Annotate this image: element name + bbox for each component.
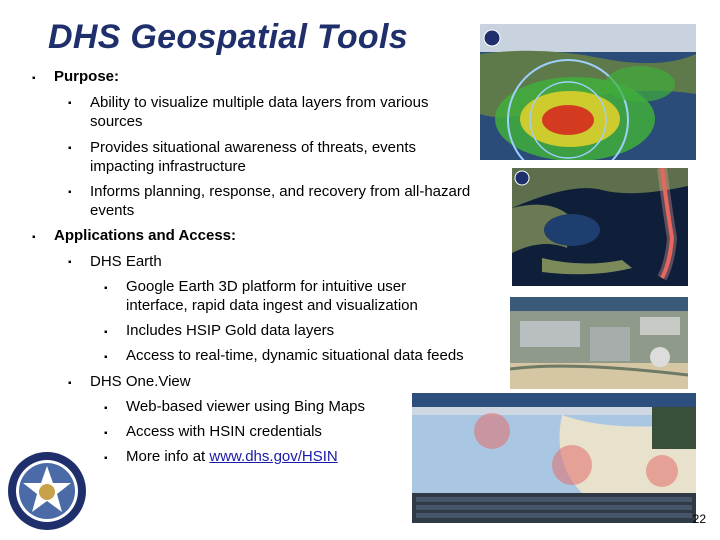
- earth-item: Includes HSIP Gold data layers: [126, 322, 335, 339]
- bullet-marker: ▪: [68, 257, 72, 268]
- dhs-seal-logo: [6, 450, 88, 532]
- dhs-oneview-label: DHS One.View: [90, 373, 191, 390]
- purpose-item: Ability to visualize multiple data layer…: [90, 94, 429, 130]
- bullet-marker: ▪: [104, 283, 108, 294]
- purpose-heading: Purpose:: [54, 68, 120, 85]
- oneview-item: Web-based viewer using Bing Maps: [126, 398, 366, 415]
- bullet-marker: ▪: [104, 403, 108, 414]
- purpose-item: Provides situational awareness of threat…: [90, 139, 417, 175]
- earth-item: Google Earth 3D platform for intuitive u…: [126, 278, 418, 314]
- bullet-marker: ▪: [104, 428, 108, 439]
- slide-title: DHS Geospatial Tools: [48, 18, 408, 56]
- bullet-marker: ▪: [104, 453, 108, 464]
- bullet-marker: ▪: [104, 327, 108, 338]
- applications-heading: Applications and Access:: [54, 227, 236, 244]
- oneview-item: Access with HSIN credentials: [126, 423, 322, 440]
- caribbean-track-image: [512, 168, 688, 286]
- bullet-marker: ▪: [32, 232, 36, 243]
- aerial-photo-image: [510, 297, 688, 389]
- dhs-earth-label: DHS Earth: [90, 253, 162, 270]
- bullet-marker: ▪: [68, 143, 72, 154]
- bullet-marker: ▪: [68, 98, 72, 109]
- earth-item: Access to real-time, dynamic situational…: [126, 347, 464, 364]
- bullet-marker: ▪: [68, 187, 72, 198]
- hsin-link[interactable]: www.dhs.gov/HSIN: [209, 448, 337, 465]
- more-info-prefix: More info at: [126, 448, 210, 465]
- hurricane-radar-image: [480, 24, 696, 160]
- bullet-marker: ▪: [68, 378, 72, 389]
- oneview-map-image: [412, 393, 696, 523]
- page-number: 22: [692, 512, 706, 526]
- bullet-marker: ▪: [32, 73, 36, 84]
- bullet-marker: ▪: [104, 352, 108, 363]
- purpose-item: Informs planning, response, and recovery…: [90, 183, 471, 219]
- more-info-text: More info at www.dhs.gov/HSIN: [126, 447, 338, 466]
